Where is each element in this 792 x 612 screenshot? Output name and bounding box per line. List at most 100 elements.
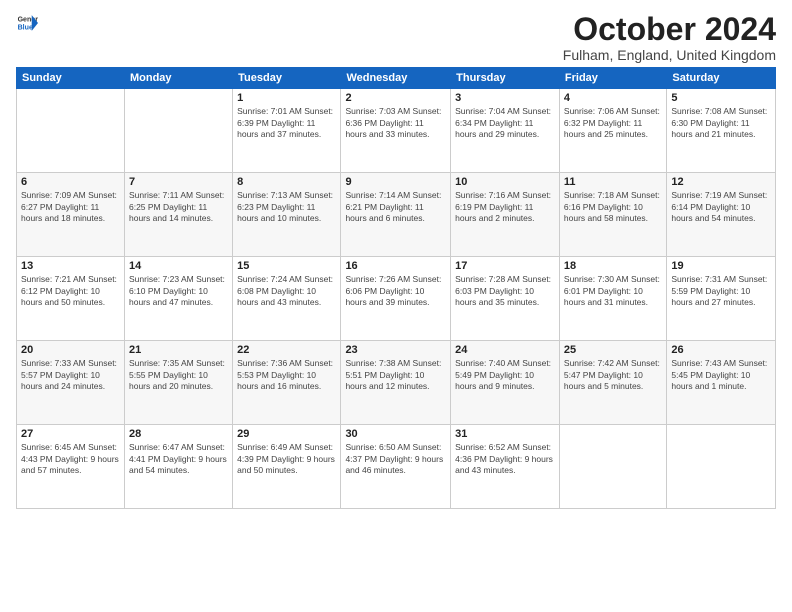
calendar-cell: 20Sunrise: 7:33 AM Sunset: 5:57 PM Dayli… [17,341,125,425]
day-detail: Sunrise: 7:09 AM Sunset: 6:27 PM Dayligh… [21,190,120,224]
day-number: 29 [237,428,336,440]
day-detail: Sunrise: 7:35 AM Sunset: 5:55 PM Dayligh… [129,358,228,392]
day-detail: Sunrise: 7:13 AM Sunset: 6:23 PM Dayligh… [237,190,336,224]
calendar-cell: 13 Sunrise: 7:21 AM Sunset: 6:12 PM Dayli… [17,257,125,341]
day-detail: Sunrise: 7:23 AM Sunset: 6:10 PM Dayligh… [129,274,228,308]
day-number: 27 [21,428,120,440]
svg-text:Blue: Blue [18,24,33,31]
day-number: 22 [237,344,336,356]
day-detail: Sunrise: 7:01 AM Sunset: 6:39 PM Dayligh… [237,106,336,140]
day-detail: Sunrise: 7:36 AM Sunset: 5:53 PM Dayligh… [237,358,336,392]
calendar-cell: 28 Sunrise: 6:47 AM Sunset: 4:41 PM Dayli… [124,425,232,509]
day-number: 23 [345,344,446,356]
day-number: 10 [455,176,555,188]
calendar-cell: 12 Sunrise: 7:19 AM Sunset: 6:14 PM Dayli… [667,173,776,257]
day-number: 21 [129,344,228,356]
header-thursday: Thursday [451,68,560,89]
day-detail: Sunrise: 7:26 AM Sunset: 6:06 PM Dayligh… [345,274,446,308]
calendar-cell: 22 Sunrise: 7:36 AM Sunset: 5:53 PM Dayli… [233,341,341,425]
calendar-cell: 23Sunrise: 7:38 AM Sunset: 5:51 PM Dayli… [341,341,451,425]
day-detail: Sunrise: 7:11 AM Sunset: 6:25 PM Dayligh… [129,190,228,224]
calendar-cell: 2 Sunrise: 7:03 AM Sunset: 6:36 PM Daylig… [341,89,451,173]
calendar-cell: 30Sunrise: 6:50 AM Sunset: 4:37 PM Dayli… [341,425,451,509]
calendar-cell: 31 Sunrise: 6:52 AM Sunset: 4:36 PM Dayli… [451,425,560,509]
day-detail: Sunrise: 7:03 AM Sunset: 6:36 PM Dayligh… [345,106,446,140]
day-detail: Sunrise: 6:47 AM Sunset: 4:41 PM Dayligh… [129,442,228,476]
day-number: 6 [21,176,120,188]
title-area: October 2024 Fulham, England, United Kin… [563,12,776,63]
calendar-cell: 1 Sunrise: 7:01 AM Sunset: 6:39 PM Daylig… [233,89,341,173]
calendar-week-row: 27 Sunrise: 6:45 AM Sunset: 4:43 PM Dayli… [17,425,776,509]
calendar-cell: 21 Sunrise: 7:35 AM Sunset: 5:55 PM Dayli… [124,341,232,425]
day-detail: Sunrise: 7:33 AM Sunset: 5:57 PM Dayligh… [21,358,120,392]
day-number: 7 [129,176,228,188]
day-number: 15 [237,260,336,272]
day-number: 1 [237,92,336,104]
calendar-cell: 8 Sunrise: 7:13 AM Sunset: 6:23 PM Daylig… [233,173,341,257]
day-number: 13 [21,260,120,272]
day-number: 31 [455,428,555,440]
day-detail: Sunrise: 6:49 AM Sunset: 4:39 PM Dayligh… [237,442,336,476]
calendar-cell: 5Sunrise: 7:08 AM Sunset: 6:30 PM Daylig… [667,89,776,173]
day-detail: Sunrise: 7:24 AM Sunset: 6:08 PM Dayligh… [237,274,336,308]
day-number: 3 [455,92,555,104]
day-detail: Sunrise: 6:50 AM Sunset: 4:37 PM Dayligh… [345,442,446,476]
day-number: 4 [564,92,662,104]
calendar-cell: 11Sunrise: 7:18 AM Sunset: 6:16 PM Dayli… [559,173,666,257]
header-wednesday: Wednesday [341,68,451,89]
day-number: 18 [564,260,662,272]
header: General Blue October 2024 Fulham, Englan… [16,12,776,63]
day-detail: Sunrise: 7:16 AM Sunset: 6:19 PM Dayligh… [455,190,555,224]
calendar-cell: 25Sunrise: 7:42 AM Sunset: 5:47 PM Dayli… [559,341,666,425]
logo: General Blue [16,12,38,34]
calendar-cell: 16 Sunrise: 7:26 AM Sunset: 6:06 PM Dayli… [341,257,451,341]
day-number: 24 [455,344,555,356]
day-number: 8 [237,176,336,188]
day-detail: Sunrise: 7:28 AM Sunset: 6:03 PM Dayligh… [455,274,555,308]
day-number: 2 [345,92,446,104]
day-detail: Sunrise: 6:52 AM Sunset: 4:36 PM Dayligh… [455,442,555,476]
header-sunday: Sunday [17,68,125,89]
day-number: 26 [671,344,771,356]
calendar-cell: 14 Sunrise: 7:23 AM Sunset: 6:10 PM Dayli… [124,257,232,341]
calendar-cell [559,425,666,509]
day-number: 14 [129,260,228,272]
day-number: 19 [671,260,771,272]
day-detail: Sunrise: 7:43 AM Sunset: 5:45 PM Dayligh… [671,358,771,392]
day-detail: Sunrise: 7:21 AM Sunset: 6:12 PM Dayligh… [21,274,120,308]
logo-icon: General Blue [16,12,38,34]
day-number: 28 [129,428,228,440]
day-number: 16 [345,260,446,272]
calendar-cell: 24 Sunrise: 7:40 AM Sunset: 5:49 PM Dayli… [451,341,560,425]
day-number: 17 [455,260,555,272]
calendar-week-row: 1 Sunrise: 7:01 AM Sunset: 6:39 PM Daylig… [17,89,776,173]
day-detail: Sunrise: 7:06 AM Sunset: 6:32 PM Dayligh… [564,106,662,140]
day-detail: Sunrise: 7:08 AM Sunset: 6:30 PM Dayligh… [671,106,771,140]
calendar-cell: 4 Sunrise: 7:06 AM Sunset: 6:32 PM Daylig… [559,89,666,173]
header-friday: Friday [559,68,666,89]
day-detail: Sunrise: 7:19 AM Sunset: 6:14 PM Dayligh… [671,190,771,224]
day-number: 25 [564,344,662,356]
calendar-cell [17,89,125,173]
calendar-cell [667,425,776,509]
day-detail: Sunrise: 7:04 AM Sunset: 6:34 PM Dayligh… [455,106,555,140]
month-title: October 2024 [563,12,776,47]
header-saturday: Saturday [667,68,776,89]
calendar-cell: 18Sunrise: 7:30 AM Sunset: 6:01 PM Dayli… [559,257,666,341]
day-detail: Sunrise: 6:45 AM Sunset: 4:43 PM Dayligh… [21,442,120,476]
calendar-cell: 7 Sunrise: 7:11 AM Sunset: 6:25 PM Daylig… [124,173,232,257]
calendar-cell: 29 Sunrise: 6:49 AM Sunset: 4:39 PM Dayli… [233,425,341,509]
calendar-cell: 10 Sunrise: 7:16 AM Sunset: 6:19 PM Dayli… [451,173,560,257]
day-number: 12 [671,176,771,188]
calendar-week-row: 6 Sunrise: 7:09 AM Sunset: 6:27 PM Daylig… [17,173,776,257]
calendar-table: Sunday Monday Tuesday Wednesday Thursday… [16,67,776,509]
calendar-page: General Blue October 2024 Fulham, Englan… [0,0,792,612]
calendar-cell: 17 Sunrise: 7:28 AM Sunset: 6:03 PM Dayli… [451,257,560,341]
calendar-cell: 19Sunrise: 7:31 AM Sunset: 5:59 PM Dayli… [667,257,776,341]
calendar-cell [124,89,232,173]
calendar-cell: 6 Sunrise: 7:09 AM Sunset: 6:27 PM Daylig… [17,173,125,257]
header-monday: Monday [124,68,232,89]
day-detail: Sunrise: 7:40 AM Sunset: 5:49 PM Dayligh… [455,358,555,392]
location: Fulham, England, United Kingdom [563,47,776,63]
calendar-cell: 27 Sunrise: 6:45 AM Sunset: 4:43 PM Dayli… [17,425,125,509]
